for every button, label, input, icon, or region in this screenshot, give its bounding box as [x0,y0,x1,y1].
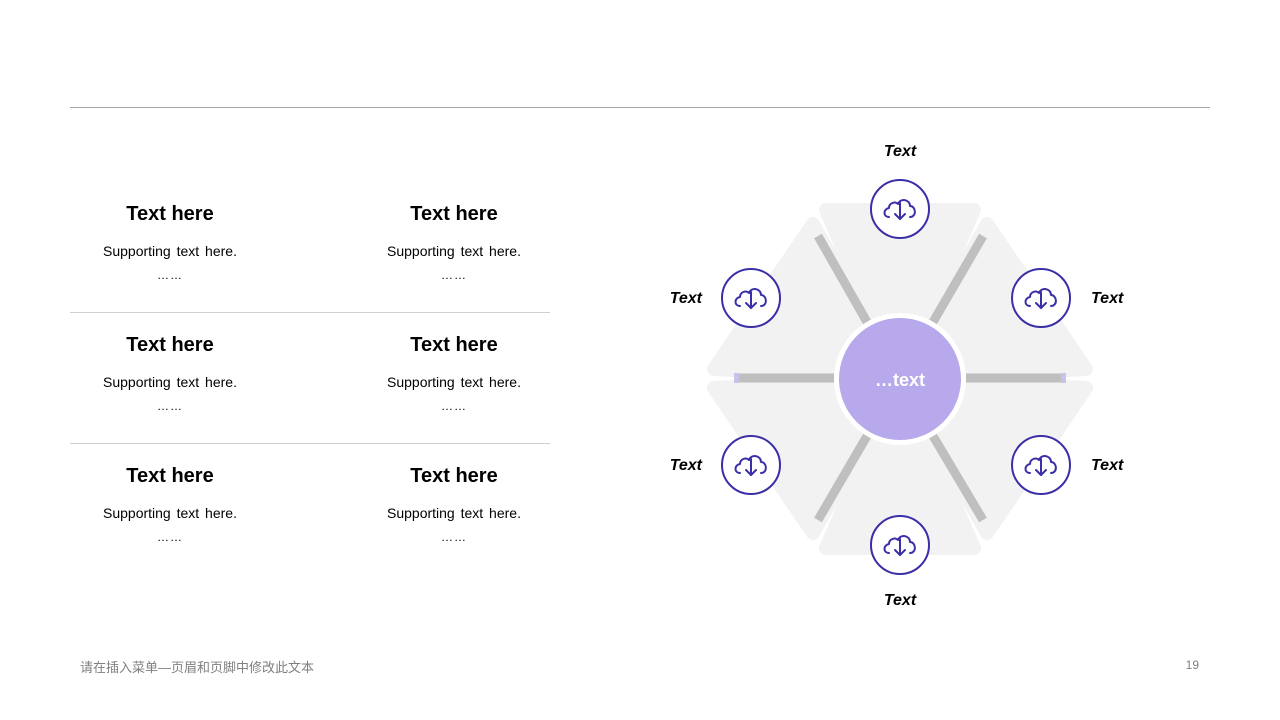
node-label-lower-right: Text [1091,457,1124,474]
node-label-bottom: Text [884,592,917,609]
node-label-top: Text [884,143,917,160]
block-supporting-text: Supporting text here. [387,505,521,521]
node-label-upper-right: Text [1091,290,1124,307]
block-supporting-text: Supporting text here. [103,243,237,259]
text-block-2: Text here Supporting text here. …… [354,202,554,282]
block-supporting-text: Supporting text here. [103,505,237,521]
icon-node-bottom [870,515,930,575]
block-supporting-text: Supporting text here. [103,374,237,390]
block-ellipsis: …… [441,399,467,413]
block-title: Text here [126,465,214,487]
text-block-1: Text here Supporting text here. …… [70,202,270,282]
block-supporting-text: Supporting text here. [387,243,521,259]
icon-node-lower-left [721,435,781,495]
spoke-cap [1061,373,1066,383]
row-divider [70,312,550,313]
text-block-5: Text here Supporting text here. …… [70,464,270,544]
text-block-6: Text here Supporting text here. …… [354,464,554,544]
page-number: 19 [1185,658,1199,672]
hexagon-diagram: …text Text Text Text Text Text Text [670,143,1124,609]
header-divider [70,107,1210,108]
block-ellipsis: …… [157,268,183,282]
spoke-cap [734,373,739,383]
block-ellipsis: …… [157,399,183,413]
text-block-4: Text here Supporting text here. …… [354,333,554,413]
block-title: Text here [126,334,214,356]
icon-node-upper-right [1011,268,1071,328]
center-label: …text [875,370,925,390]
block-title: Text here [410,334,498,356]
text-block-3: Text here Supporting text here. …… [70,333,270,413]
block-title: Text here [126,203,214,225]
block-ellipsis: …… [441,268,467,282]
node-label-upper-left: Text [670,290,703,307]
text-grid: Text here Supporting text here. …… Text … [70,180,550,580]
block-title: Text here [410,203,498,225]
block-ellipsis: …… [441,530,467,544]
node-label-lower-left: Text [670,457,703,474]
icon-node-lower-right [1011,435,1071,495]
icon-node-upper-left [721,268,781,328]
block-ellipsis: …… [157,530,183,544]
block-title: Text here [410,465,498,487]
footer-text: 请在插入菜单—页眉和页脚中修改此文本 [80,660,315,675]
icon-node-top [870,179,930,239]
block-supporting-text: Supporting text here. [387,374,521,390]
row-divider [70,443,550,444]
